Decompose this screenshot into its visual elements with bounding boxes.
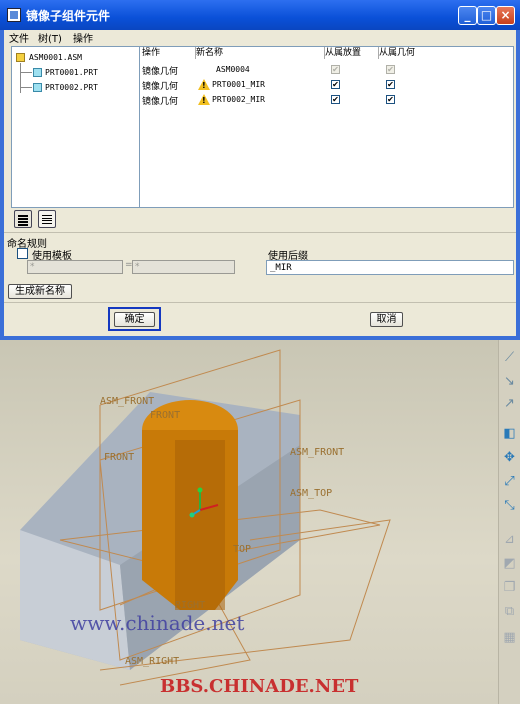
warning-icon: ! — [198, 79, 210, 90]
template-prefix-field: * — [27, 260, 123, 274]
tree-connector — [20, 63, 21, 93]
detailed-view-button[interactable] — [14, 210, 32, 228]
menu-tree[interactable]: 树(T) — [38, 30, 62, 45]
datum-icon[interactable]: ◩ — [502, 556, 517, 571]
warning-glyph: ! — [202, 81, 206, 90]
cancel-button[interactable]: 取消 — [370, 312, 403, 327]
column-header-new-name[interactable]: 新名称 — [196, 47, 325, 59]
plane-label-asm-front: ASM_FRONT — [290, 447, 344, 458]
plane-label-asm-front: ASM_FRONT — [100, 396, 154, 407]
analysis-icon[interactable]: ⊿ — [502, 532, 517, 547]
axis-icon[interactable]: ↗ — [502, 396, 517, 411]
new-name-cell[interactable]: PRT0001_MIR — [212, 80, 265, 89]
placement-checkbox[interactable]: ✔ — [331, 95, 340, 104]
column-header-operation[interactable]: 操作 — [142, 47, 196, 59]
window-app-icon — [7, 8, 21, 22]
list-lines-icon — [18, 215, 28, 227]
placement-checkbox: ✔ — [331, 65, 340, 74]
placement-checkbox[interactable]: ✔ — [331, 80, 340, 89]
geometry-checkbox[interactable]: ✔ — [386, 80, 395, 89]
mirror-subassembly-dialog: 镜像子组件元件 _ □ × 文件 树(T) 操作 ASM0001.ASM PRT… — [0, 0, 520, 340]
mirror-table-panel: 操作 新名称 从属放置 从属几何 镜像几何 ASM0004 ✔ ✔ 镜像几何 !… — [139, 46, 514, 208]
column-header-dependent-placement[interactable]: 从属放置 — [325, 47, 379, 59]
copy-icon[interactable]: ❐ — [502, 580, 517, 595]
suffix-input[interactable] — [266, 260, 514, 275]
list-icon — [42, 215, 52, 225]
csys-point — [189, 512, 195, 518]
close-button[interactable]: × — [496, 6, 515, 25]
menu-bar: 文件 树(T) 操作 — [4, 30, 516, 45]
watermark-bbs: BBS.CHINADE.NET — [160, 676, 359, 697]
warning-icon: ! — [198, 94, 210, 105]
watermark-site: www.chinade.net — [70, 611, 244, 635]
divider — [4, 232, 516, 233]
cylinder-shading — [175, 440, 225, 610]
operation-cell: 镜像几何 — [142, 67, 179, 77]
plane-icon[interactable]: ◧ — [502, 426, 517, 441]
plane-label-front: FRONT — [150, 410, 180, 421]
offset-icon[interactable]: ⤡ — [502, 498, 517, 513]
simple-view-button[interactable] — [38, 210, 56, 228]
use-template-checkbox[interactable] — [17, 248, 28, 259]
plane-label-top: TOP — [233, 544, 251, 555]
geometry-checkbox: ✔ — [386, 65, 395, 74]
column-header-dependent-geometry[interactable]: 从属几何 — [379, 47, 439, 59]
title-bar[interactable]: 镜像子组件元件 _ □ × — [0, 0, 520, 30]
sketch-icon[interactable]: ⟋ — [502, 350, 517, 365]
viewport-canvas: ASM_FRONT FRONT FRONT ASM_FRONT ASM_TOP … — [20, 349, 391, 697]
curve-icon[interactable]: ↘ — [502, 374, 517, 389]
dialog-title: 镜像子组件元件 — [26, 9, 111, 23]
plane-label-front: FRONT — [104, 452, 134, 463]
menu-file[interactable]: 文件 — [9, 30, 29, 45]
warning-glyph: ! — [202, 96, 206, 105]
geometry-checkbox[interactable]: ✔ — [386, 95, 395, 104]
plane-label-asm-right: ASM_RIGHT — [125, 656, 179, 667]
ok-button[interactable]: 确定 — [114, 312, 155, 327]
minimize-button[interactable]: _ — [458, 6, 477, 25]
part-icon — [33, 83, 42, 92]
grid-icon[interactable]: ▦ — [502, 630, 517, 645]
plane-label-right: RIGHT — [175, 600, 205, 611]
tree-connector — [20, 72, 32, 73]
csys-point — [197, 487, 203, 493]
part-icon — [33, 68, 42, 77]
operation-cell: 镜像几何 — [142, 97, 179, 107]
dialog-client: 文件 树(T) 操作 ASM0001.ASM PRT0001.PRT PRT00… — [4, 30, 516, 336]
maximize-button[interactable]: □ — [477, 6, 496, 25]
model-tree-panel[interactable]: ASM0001.ASM PRT0001.PRT PRT0002.PRT — [11, 46, 140, 208]
divider — [4, 302, 516, 303]
tree-connector — [20, 87, 32, 88]
model-viewport[interactable]: ASM_FRONT FRONT FRONT ASM_FRONT ASM_TOP … — [0, 340, 498, 704]
csys-icon[interactable]: ✥ — [502, 450, 517, 465]
tree-item-part[interactable]: PRT0001.PRT — [45, 68, 98, 77]
generate-new-names-button[interactable]: 生成新名称 — [8, 284, 72, 299]
tree-item-root[interactable]: ASM0001.ASM — [29, 53, 82, 62]
new-name-cell[interactable]: ASM0004 — [216, 65, 250, 74]
assembly-icon — [16, 53, 25, 62]
plane-label-asm-top: ASM_TOP — [290, 488, 332, 499]
right-toolbar: ⟋ ↘ ↗ ◧ ✥ ⤢ ⤡ ⊿ ◩ ❐ ⧉ ▦ — [498, 340, 520, 704]
menu-operation[interactable]: 操作 — [73, 30, 93, 45]
operation-cell: 镜像几何 — [142, 82, 179, 92]
tree-item-part[interactable]: PRT0002.PRT — [45, 83, 98, 92]
pattern-icon[interactable]: ⧉ — [502, 604, 517, 619]
template-result-field: * — [132, 260, 235, 274]
new-name-cell[interactable]: PRT0002_MIR — [212, 95, 265, 104]
point-icon[interactable]: ⤢ — [502, 474, 517, 489]
